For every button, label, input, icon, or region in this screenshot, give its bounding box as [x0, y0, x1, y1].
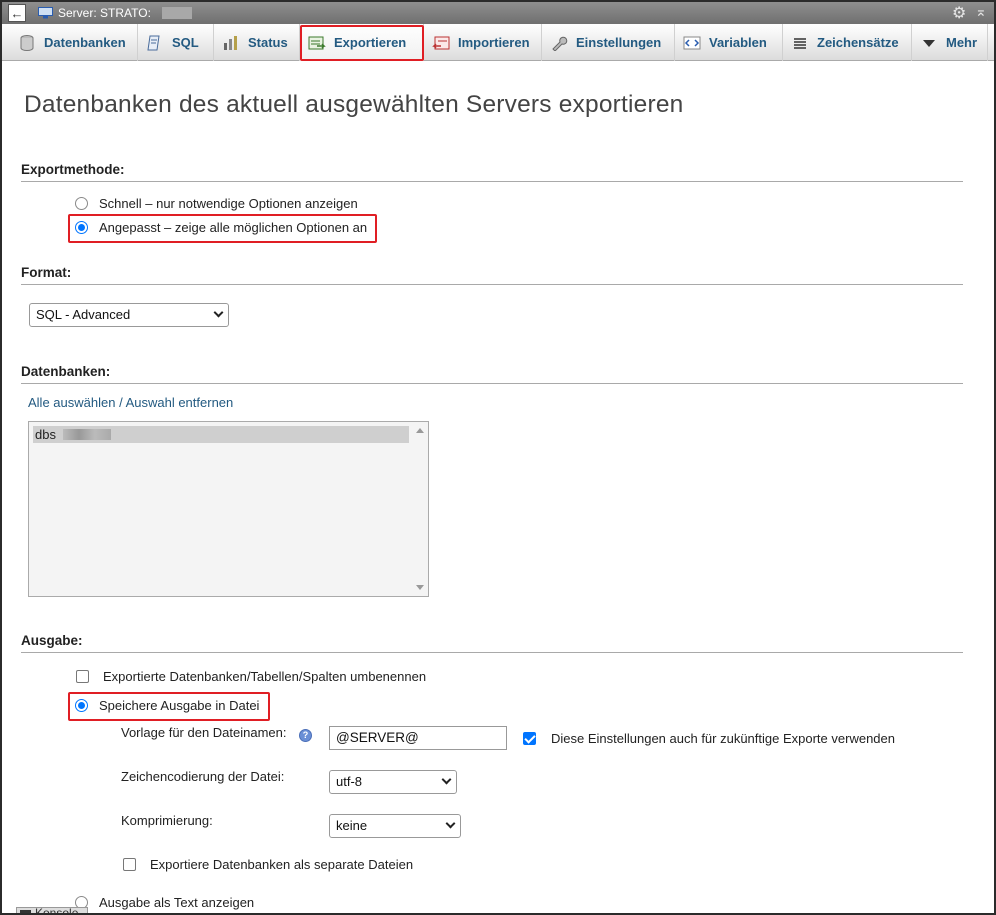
chevron-down-icon [923, 39, 935, 47]
tab-label: Importieren [458, 35, 530, 50]
status-chart-icon [224, 35, 237, 50]
tab-label: Mehr [946, 35, 978, 50]
window-title: Server: STRATO: [58, 6, 151, 20]
database-listbox[interactable]: dbs [28, 421, 429, 597]
format-select[interactable]: SQL - Advanced [29, 303, 229, 327]
rename-label[interactable]: Exportierte Datenbanken/Tabellen/Spalten… [103, 669, 426, 684]
tab-bar: Datenbanken SQL Status Exportieren Impor… [2, 24, 994, 61]
tab-einstellungen[interactable]: Einstellungen [542, 24, 675, 61]
compression-select-value: keine [336, 818, 368, 833]
import-icon [432, 36, 450, 49]
back-arrow-icon[interactable]: ← [8, 4, 26, 22]
scroll-down-icon[interactable] [416, 585, 424, 590]
chevron-down-icon [441, 774, 452, 785]
help-icon[interactable]: ? [299, 729, 312, 742]
title-bar: ← Server: STRATO: ⚙ ⌅ [2, 2, 994, 24]
tab-label: Einstellungen [576, 35, 662, 50]
listbox-scrollbar[interactable] [411, 422, 428, 596]
collapse-icon[interactable]: ⌅ [975, 3, 987, 20]
tab-label: Zeichensätze [817, 35, 899, 50]
sql-document-icon [147, 35, 160, 50]
tab-label: Variablen [709, 35, 767, 50]
remember-checkbox[interactable] [523, 732, 536, 745]
console-label: Konsole [35, 906, 79, 915]
tab-zeichensaetze[interactable]: Zeichensätze [783, 24, 912, 61]
link-separator: / [115, 395, 126, 410]
highlight-custom [68, 214, 377, 243]
tab-sql[interactable]: SQL [138, 24, 214, 61]
highlight-save-file [68, 692, 270, 721]
remember-label[interactable]: Diese Einstellungen auch für zukünftige … [551, 731, 895, 746]
redacted-server-name [162, 7, 192, 19]
highlight-export-tab [300, 25, 424, 61]
filename-template-value: @SERVER@ [336, 730, 419, 745]
tab-label: Status [248, 35, 288, 50]
template-label: Vorlage für den Dateinamen: [121, 725, 287, 740]
gear-icon[interactable]: ⚙ [952, 3, 966, 23]
charset-select-value: utf-8 [336, 774, 363, 789]
tab-label: Datenbanken [44, 35, 126, 50]
page-title: Datenbanken des aktuell ausgewählten Ser… [24, 91, 684, 118]
filename-template-input[interactable]: @SERVER@ [329, 726, 507, 750]
database-icon [20, 34, 34, 51]
tab-variablen[interactable]: Variablen [675, 24, 783, 61]
server-icon [38, 7, 53, 19]
section-output: Ausgabe: [21, 633, 963, 653]
variables-icon [683, 36, 701, 49]
tab-mehr[interactable]: Mehr [912, 24, 988, 61]
select-all-link[interactable]: Alle auswählen [28, 395, 115, 410]
scroll-up-icon[interactable] [416, 428, 424, 433]
charset-label: Zeichencodierung der Datei: [121, 769, 285, 784]
section-databases: Datenbanken: [21, 364, 963, 384]
database-option-label: dbs [35, 427, 56, 442]
charset-select[interactable]: utf-8 [329, 770, 457, 794]
radio-quick[interactable] [75, 197, 88, 210]
radio-quick-label[interactable]: Schnell – nur notwendige Optionen anzeig… [99, 196, 358, 211]
format-select-value: SQL - Advanced [36, 307, 131, 322]
tab-datenbanken[interactable]: Datenbanken [10, 24, 138, 61]
deselect-link[interactable]: Auswahl entfernen [126, 395, 234, 410]
console-toggle[interactable]: Konsole [16, 906, 88, 915]
compression-select[interactable]: keine [329, 814, 461, 838]
tab-label: SQL [172, 35, 199, 50]
compression-label: Komprimierung: [121, 813, 213, 828]
separate-files-checkbox[interactable] [123, 858, 136, 871]
section-format: Format: [21, 265, 963, 285]
charset-list-icon [794, 37, 806, 49]
radio-as-text-label[interactable]: Ausgabe als Text anzeigen [99, 895, 254, 910]
window-frame: ← Server: STRATO: ⚙ ⌅ Datenbanken SQL St… [0, 0, 996, 915]
separate-files-label[interactable]: Exportiere Datenbanken als separate Date… [150, 857, 413, 872]
section-exportmethod: Exportmethode: [21, 162, 963, 182]
chevron-down-icon [445, 818, 456, 829]
database-option[interactable]: dbs [33, 426, 409, 443]
chevron-down-icon [213, 307, 224, 318]
console-icon [20, 910, 31, 913]
tab-status[interactable]: Status [214, 24, 300, 61]
wrench-icon [552, 36, 568, 51]
rename-checkbox[interactable] [76, 670, 89, 683]
redacted-database-name [63, 429, 111, 440]
tab-importieren[interactable]: Importieren [424, 24, 542, 61]
database-selection-links: Alle auswählen / Auswahl entfernen [28, 395, 233, 410]
